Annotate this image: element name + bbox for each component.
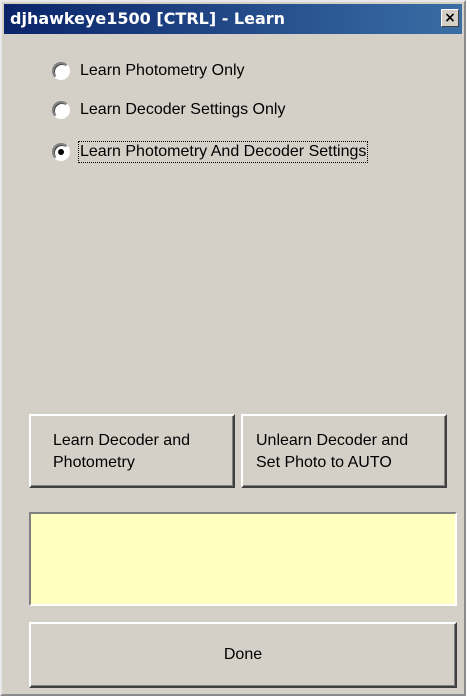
unlearn-decoder-button[interactable]: Unlearn Decoder and Set Photo to AUTO bbox=[241, 414, 447, 488]
button-label: Learn Decoder and Photometry bbox=[53, 432, 190, 471]
status-box bbox=[29, 512, 457, 606]
radio-learn-decoder-only[interactable]: Learn Decoder Settings Only bbox=[52, 99, 285, 121]
learn-decoder-photometry-button[interactable]: Learn Decoder and Photometry bbox=[29, 414, 235, 488]
radio-learn-photometry-only[interactable]: Learn Photometry Only bbox=[52, 60, 245, 82]
radio-label: Learn Photometry And Decoder Settings bbox=[77, 141, 369, 163]
button-label: Done bbox=[223, 646, 263, 663]
learn-dialog: djhawkeye1500 [CTRL] - Learn × Learn Pho… bbox=[0, 0, 466, 696]
radio-selected-icon bbox=[52, 143, 70, 161]
radio-label: Learn Decoder Settings Only bbox=[80, 101, 286, 118]
radio-learn-photometry-and-decoder[interactable]: Learn Photometry And Decoder Settings bbox=[52, 141, 369, 163]
close-icon: × bbox=[444, 10, 456, 26]
close-button[interactable]: × bbox=[441, 9, 459, 27]
radio-circle-icon bbox=[52, 62, 70, 80]
button-label: Unlearn Decoder and Set Photo to AUTO bbox=[256, 432, 409, 471]
radio-circle-icon bbox=[52, 101, 70, 119]
title-bar: djhawkeye1500 [CTRL] - Learn × bbox=[4, 4, 462, 34]
window-title: djhawkeye1500 [CTRL] - Learn bbox=[10, 9, 286, 28]
radio-label: Learn Photometry Only bbox=[80, 62, 245, 79]
done-button[interactable]: Done bbox=[29, 622, 457, 688]
